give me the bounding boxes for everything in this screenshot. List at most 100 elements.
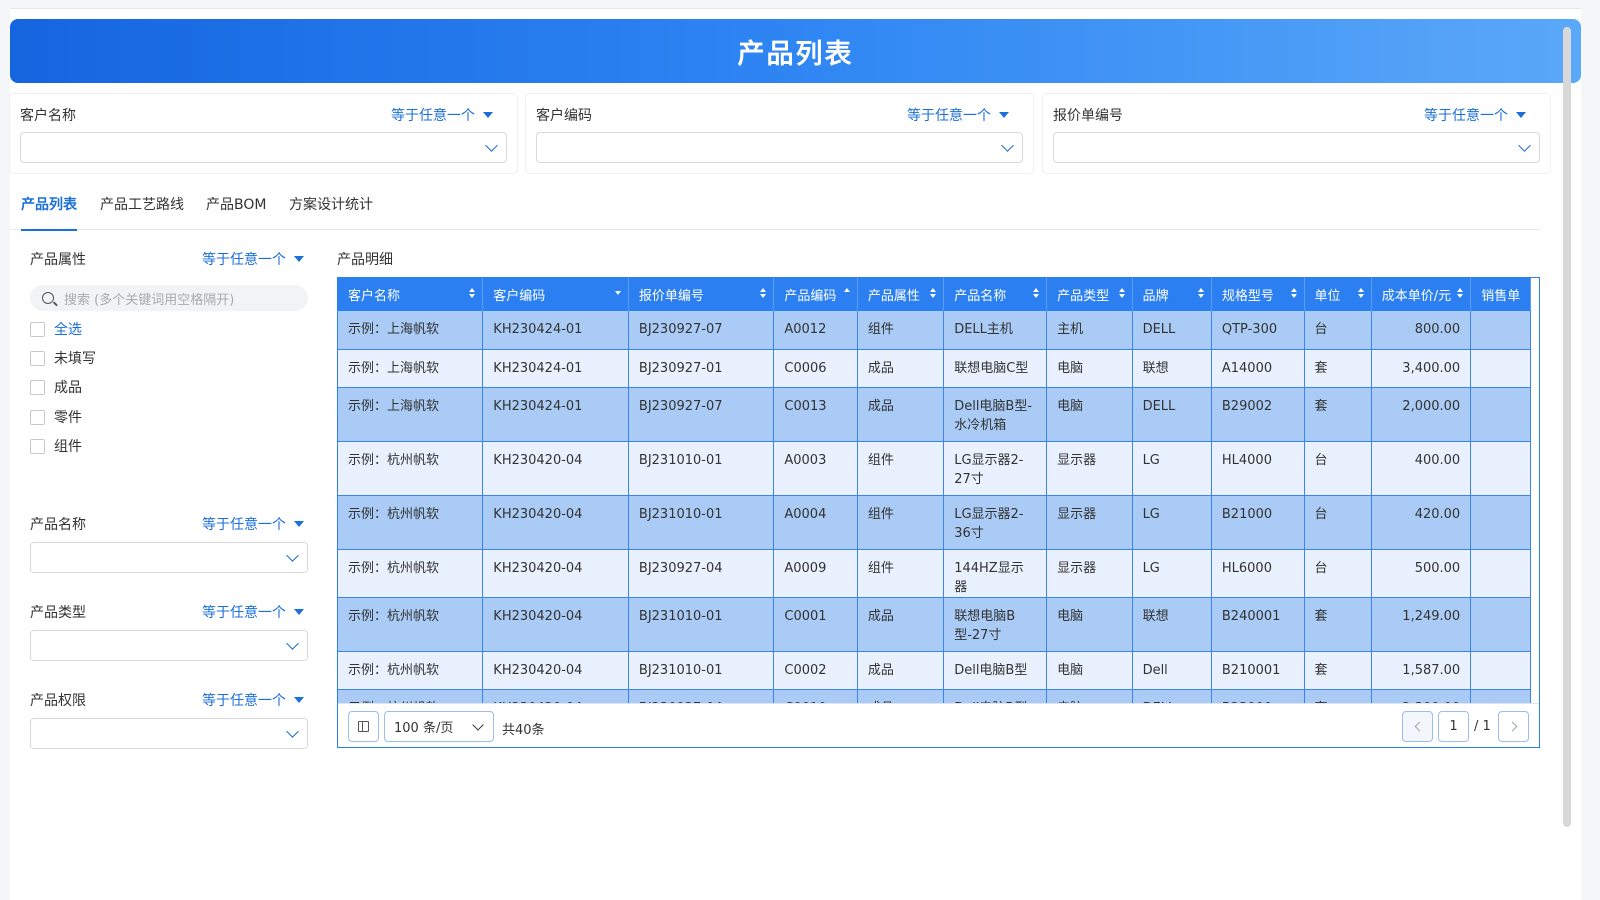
table-row[interactable]: 示例：杭州帆软KH230420-04BJ230927-04C0010成品Dell… (338, 689, 1531, 703)
table-cell[interactable]: BJ231010-01 (628, 651, 775, 690)
table-cell[interactable]: BJ230927-04 (628, 689, 775, 703)
column-header[interactable]: 客户名称 (338, 278, 484, 311)
table-cell[interactable]: C0001 (773, 597, 858, 652)
table-row[interactable]: 示例：杭州帆软 KH230420-04 BJ231010-01 C0002 成品 Dell… (338, 651, 1531, 690)
table-cell[interactable]: 台 (1304, 495, 1372, 550)
table-cell[interactable]: C0002 (773, 651, 858, 690)
filter-operator[interactable]: 等于任意一个 (391, 105, 493, 125)
table-cell[interactable]: DELL主机 (943, 311, 1048, 350)
table-cell[interactable]: 联想 (1132, 597, 1212, 652)
checkbox-unfilled[interactable]: 未填写 (30, 348, 96, 368)
column-panel-button[interactable] (348, 711, 379, 742)
sort-icon[interactable] (1197, 288, 1204, 300)
table-cell[interactable]: LG显示器2-27寸 (943, 441, 1048, 496)
table-cell[interactable]: B210001 (1211, 651, 1305, 690)
table-cell[interactable]: 台 (1304, 311, 1372, 350)
table-cell[interactable]: BJ231010-01 (628, 597, 775, 652)
checkbox-select-all[interactable]: 全选 (30, 319, 82, 339)
table-cell[interactable]: 示例：杭州帆软 (338, 597, 484, 652)
table-cell[interactable]: A0003 (773, 441, 858, 496)
filter-operator[interactable]: 等于任意一个 (907, 105, 1009, 125)
table-cell[interactable]: 成品 (857, 651, 945, 690)
table-cell[interactable]: A14000 (1211, 349, 1305, 388)
table-cell[interactable]: C0006 (773, 349, 858, 388)
column-header[interactable]: 品牌 (1132, 278, 1212, 311)
column-header[interactable]: 产品编码 (773, 278, 858, 311)
table-cell[interactable] (1470, 651, 1531, 690)
table-cell[interactable]: 电脑 (1046, 349, 1133, 388)
product-name-operator[interactable]: 等于任意一个 (202, 514, 304, 534)
sort-icon[interactable] (1357, 288, 1364, 300)
table-cell[interactable]: 示例：上海帆软 (338, 387, 484, 442)
sort-icon[interactable] (1118, 288, 1125, 300)
table-cell[interactable]: 成品 (857, 597, 945, 652)
table-cell[interactable]: 组件 (857, 495, 945, 550)
table-cell[interactable]: Dell电脑B型-水冷机箱 (943, 387, 1048, 442)
table-cell[interactable]: 800.00 (1371, 311, 1472, 350)
table-cell[interactable]: 联想电脑B型-27寸 (943, 597, 1048, 652)
table-cell[interactable]: A0004 (773, 495, 858, 550)
table-cell[interactable]: DELL (1132, 387, 1212, 442)
table-cell[interactable]: 成品 (857, 387, 945, 442)
sort-icon[interactable] (1033, 288, 1040, 300)
product-perm-select[interactable] (30, 718, 308, 749)
table-cell[interactable]: 显示器 (1046, 549, 1133, 598)
page-number-input[interactable]: 1 (1438, 711, 1469, 742)
table-cell[interactable]: 组件 (857, 549, 945, 598)
table-cell[interactable]: C0013 (773, 387, 858, 442)
table-cell[interactable]: 示例：杭州帆软 (338, 689, 484, 703)
table-cell[interactable]: 电脑 (1046, 597, 1133, 652)
column-header[interactable]: 产品类型 (1046, 278, 1133, 311)
table-cell[interactable]: LG (1132, 495, 1212, 550)
customer-name-select[interactable] (20, 132, 507, 163)
table-cell[interactable] (1470, 349, 1531, 388)
checkbox-finished[interactable]: 成品 (30, 377, 82, 397)
quote-number-select[interactable] (1053, 132, 1540, 163)
table-cell[interactable]: 示例：杭州帆软 (338, 495, 484, 550)
table-cell[interactable]: B240001 (1211, 597, 1305, 652)
table-cell[interactable]: KH230420-04 (482, 651, 629, 690)
table-cell[interactable]: 套 (1304, 349, 1372, 388)
table-cell[interactable]: KH230424-01 (482, 349, 629, 388)
table-cell[interactable]: 成品 (857, 689, 945, 703)
product-name-select[interactable] (30, 542, 308, 573)
table-cell[interactable]: KH230420-04 (482, 495, 629, 550)
table-cell[interactable]: LG (1132, 441, 1212, 496)
table-cell[interactable]: Dell (1132, 651, 1212, 690)
table-cell[interactable]: 套 (1304, 387, 1372, 442)
table-row[interactable]: 示例：上海帆软 KH230424-01 BJ230927-07 C0013 成品 Dell… (338, 387, 1531, 442)
table-cell[interactable]: 电脑 (1046, 387, 1133, 442)
table-cell[interactable]: BJ231010-01 (628, 495, 775, 550)
sort-icon[interactable] (1290, 288, 1297, 300)
column-header[interactable]: 产品名称 (943, 278, 1048, 311)
table-cell[interactable]: BJ230927-04 (628, 549, 775, 598)
product-type-operator[interactable]: 等于任意一个 (202, 602, 304, 622)
page-scrollbar[interactable] (1563, 27, 1571, 827)
table-cell[interactable]: 示例：杭州帆软 (338, 441, 484, 496)
checkbox-part[interactable]: 零件 (30, 407, 82, 427)
product-perm-operator[interactable]: 等于任意一个 (202, 690, 304, 710)
checkbox-component[interactable]: 组件 (30, 436, 82, 456)
table-row[interactable]: 示例：上海帆软 KH230424-01 BJ230927-07 A0012 组件 DELL… (338, 311, 1531, 350)
table-cell[interactable]: 显示器 (1046, 441, 1133, 496)
table-cell[interactable]: 联想电脑C型 (943, 349, 1048, 388)
table-cell[interactable]: BJ231010-01 (628, 441, 775, 496)
table-cell[interactable]: KH230424-01 (482, 311, 629, 350)
table-cell[interactable]: 3,400.00 (1371, 349, 1472, 388)
table-cell[interactable] (1470, 441, 1531, 496)
table-cell[interactable]: 1,587.00 (1371, 651, 1472, 690)
attr-operator[interactable]: 等于任意一个 (202, 249, 304, 269)
table-cell[interactable]: LG (1132, 549, 1212, 598)
table-cell[interactable]: BJ230927-01 (628, 349, 775, 388)
table-cell[interactable]: 台 (1304, 549, 1372, 598)
table-cell[interactable]: HL4000 (1211, 441, 1305, 496)
table-cell[interactable]: DELL (1132, 311, 1212, 350)
table-cell[interactable]: Dell电脑B型 (943, 689, 1048, 703)
table-cell[interactable]: 套 (1304, 651, 1372, 690)
table-cell[interactable]: KH230420-04 (482, 549, 629, 598)
table-cell[interactable]: BJ230927-07 (628, 311, 775, 350)
table-cell[interactable]: 示例：杭州帆软 (338, 549, 484, 598)
table-cell[interactable]: KH230420-04 (482, 441, 629, 496)
table-cell[interactable]: LG显示器2-36寸 (943, 495, 1048, 550)
table-cell[interactable]: 套 (1304, 689, 1372, 703)
